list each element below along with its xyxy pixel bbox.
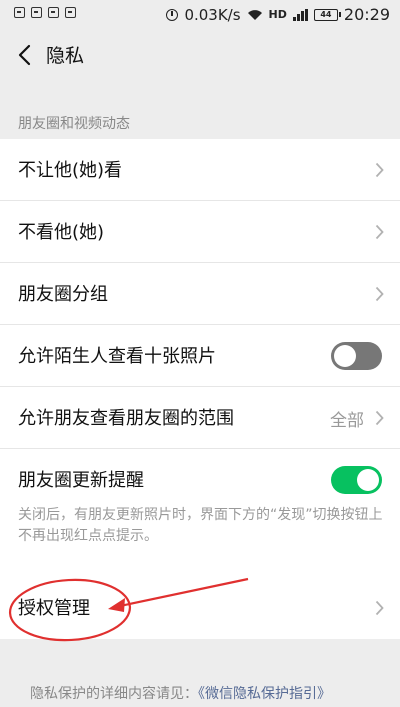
row-label: 授权管理 — [18, 598, 90, 619]
row-label: 不让他(她)看 — [18, 160, 123, 181]
title-bar: 隐私 — [0, 30, 400, 80]
hd-indicator: HD — [268, 8, 287, 21]
row-label: 允许陌生人查看十张照片 — [18, 346, 216, 367]
toggle-knob — [334, 345, 356, 367]
auth-group: 授权管理 — [0, 577, 400, 639]
moments-settings-group: 不让他(她)看 不看他(她) 朋友圈分组 允许陌生人查看十张照片 允许朋友查看朋… — [0, 139, 400, 581]
alarm-icon — [166, 8, 179, 21]
row-friends-visible-range[interactable]: 允许朋友查看朋友圈的范围 全部 — [0, 387, 400, 449]
privacy-footer: 隐私保护的详细内容请见：《微信隐私保护指引》 — [30, 683, 331, 703]
footer-prefix: 隐私保护的详细内容请见： — [30, 686, 198, 702]
page-title: 隐私 — [46, 45, 85, 67]
hint-block: 关闭后，有朋友更新照片时，界面下方的“发现”切换按钮上不再出现红点点提示。 — [0, 507, 400, 581]
row-label: 朋友圈分组 — [18, 284, 108, 305]
notification-icon — [48, 7, 59, 18]
row-label: 不看他(她) — [18, 222, 105, 243]
network-speed: 0.03K/s — [184, 5, 241, 24]
strangers-photos-toggle[interactable] — [331, 342, 382, 370]
clock: 20:29 — [343, 5, 390, 24]
notification-icon — [14, 7, 25, 18]
update-reminder-toggle[interactable] — [331, 466, 382, 494]
row-hide-moments-from[interactable]: 不让他(她)看 — [0, 139, 400, 201]
row-hide-their-moments[interactable]: 不看他(她) — [0, 201, 400, 263]
section-label: 朋友圈和视频动态 — [18, 116, 130, 132]
row-label: 朋友圈更新提醒 — [18, 470, 144, 491]
status-bar: 0.03K/s HD 44 20:29 — [0, 0, 400, 30]
wifi-icon — [247, 9, 262, 20]
chevron-right-icon — [375, 162, 384, 178]
section-gap — [0, 80, 400, 108]
privacy-guide-link[interactable]: 《微信隐私保护指引》 — [198, 686, 331, 702]
signal-icon — [292, 8, 308, 21]
row-strangers-ten-photos: 允许陌生人查看十张照片 — [0, 325, 400, 387]
battery-level: 44 — [320, 9, 332, 19]
notification-icon — [31, 7, 42, 18]
battery-icon: 44 — [313, 8, 341, 21]
row-moments-update-reminder: 朋友圈更新提醒 — [0, 449, 400, 511]
hint-text: 关闭后，有朋友更新照片时，界面下方的“发现”切换按钮上不再出现红点点提示。 — [18, 507, 383, 544]
chevron-right-icon — [375, 224, 384, 240]
row-value: 全部 — [330, 411, 364, 431]
notification-icons — [14, 7, 76, 18]
row-label: 允许朋友查看朋友圈的范围 — [18, 408, 234, 429]
chevron-right-icon — [375, 286, 384, 302]
chevron-right-icon — [375, 600, 384, 616]
row-moments-groups[interactable]: 朋友圈分组 — [0, 263, 400, 325]
chevron-right-icon — [375, 410, 384, 426]
notification-icon — [65, 7, 76, 18]
back-arrow-icon[interactable] — [16, 44, 36, 66]
row-auth-management[interactable]: 授权管理 — [0, 577, 400, 639]
toggle-knob — [357, 469, 379, 491]
